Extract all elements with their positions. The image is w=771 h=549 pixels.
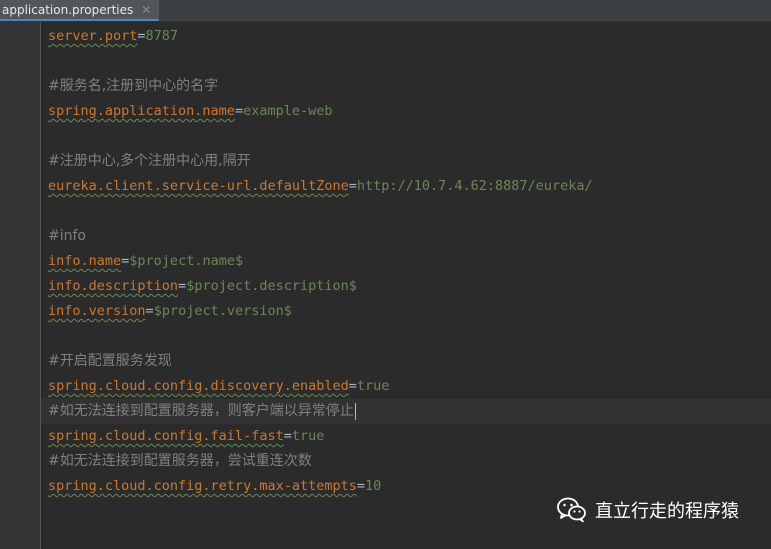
code-line[interactable]: #开启配置服务发现: [48, 349, 771, 374]
comment-text: #info: [48, 228, 86, 244]
property-key: spring.cloud.config.retry.max-attempts: [48, 478, 357, 494]
line-gutter: [0, 22, 40, 549]
code-line[interactable]: spring.application.name=example-web: [48, 99, 771, 124]
property-value: http://10.7.4.62:8887/eureka/: [356, 178, 593, 194]
property-value: $project.name$: [129, 253, 244, 269]
close-icon[interactable]: ✕: [141, 4, 151, 16]
code-line[interactable]: eureka.client.service-url.defaultZone=ht…: [48, 174, 771, 199]
comment-text: #如无法连接到配置服务器，则客户端以异常停止: [48, 403, 354, 419]
comment-text: #如无法连接到配置服务器，尝试重连次数: [48, 453, 312, 469]
property-value: example-web: [243, 103, 333, 119]
property-value: 10: [365, 478, 382, 494]
gutter-divider: [40, 22, 41, 549]
property-key: info.version: [48, 303, 146, 319]
code-line[interactable]: #如无法连接到配置服务器，尝试重连次数: [48, 449, 771, 474]
property-value: true: [356, 378, 390, 394]
property-value: 8787: [145, 28, 179, 44]
equals-sign: =: [145, 303, 154, 319]
code-line[interactable]: #注册中心,多个注册中心用,隔开: [48, 149, 771, 174]
code-line[interactable]: info.version=$project.version$: [48, 299, 771, 324]
property-key: info.name: [48, 253, 122, 269]
comment-text: #服务名,注册到中心的名字: [48, 78, 219, 94]
property-key: server.port: [48, 28, 138, 44]
code-line[interactable]: #如无法连接到配置服务器，则客户端以异常停止: [41, 399, 771, 424]
property-value: true: [291, 428, 325, 444]
code-line[interactable]: [48, 199, 771, 224]
code-line[interactable]: #info: [48, 224, 771, 249]
equals-sign: =: [178, 278, 187, 294]
comment-text: #注册中心,多个注册中心用,隔开: [48, 153, 251, 169]
code-line[interactable]: server.port=8787: [48, 24, 771, 49]
property-key: eureka.client.service-url.defaultZone: [48, 178, 349, 194]
equals-sign: =: [348, 178, 357, 194]
text-caret: [354, 402, 356, 420]
watermark-text: 直立行走的程序猿: [595, 501, 739, 522]
property-key: spring.cloud.config.fail-fast: [48, 428, 284, 444]
code-line[interactable]: info.description=$project.description$: [48, 274, 771, 299]
tab-application-properties[interactable]: application.properties ✕: [0, 0, 160, 21]
tab-title: application.properties: [2, 2, 134, 17]
watermark: 直立行走的程序猿: [557, 497, 739, 523]
code-line[interactable]: info.name=$project.name$: [48, 249, 771, 274]
property-key: spring.cloud.config.discovery.enabled: [48, 378, 349, 394]
comment-text: #开启配置服务发现: [48, 353, 172, 369]
wechat-icon: [557, 497, 586, 523]
code-line[interactable]: spring.cloud.config.discovery.enabled=tr…: [48, 374, 771, 399]
code-line[interactable]: [48, 124, 771, 149]
code-line[interactable]: #服务名,注册到中心的名字: [48, 74, 771, 99]
code-line[interactable]: [48, 324, 771, 349]
equals-sign: =: [356, 478, 365, 494]
property-value: $project.version$: [153, 303, 292, 319]
code-editor[interactable]: server.port=8787 #服务名,注册到中心的名字 spring.appl…: [41, 24, 771, 549]
editor-tab-bar: application.properties ✕: [0, 0, 771, 22]
code-line[interactable]: spring.cloud.config.fail-fast=true: [48, 424, 771, 449]
equals-sign: =: [283, 428, 292, 444]
property-key: info.description: [48, 278, 179, 294]
equals-sign: =: [234, 103, 244, 119]
equals-sign: =: [137, 28, 146, 44]
property-key: spring.application.name: [48, 103, 235, 119]
code-line[interactable]: spring.cloud.config.retry.max-attempts=1…: [48, 474, 771, 499]
equals-sign: =: [348, 378, 357, 394]
property-value: $project.description$: [186, 278, 357, 294]
code-line[interactable]: [48, 49, 771, 74]
